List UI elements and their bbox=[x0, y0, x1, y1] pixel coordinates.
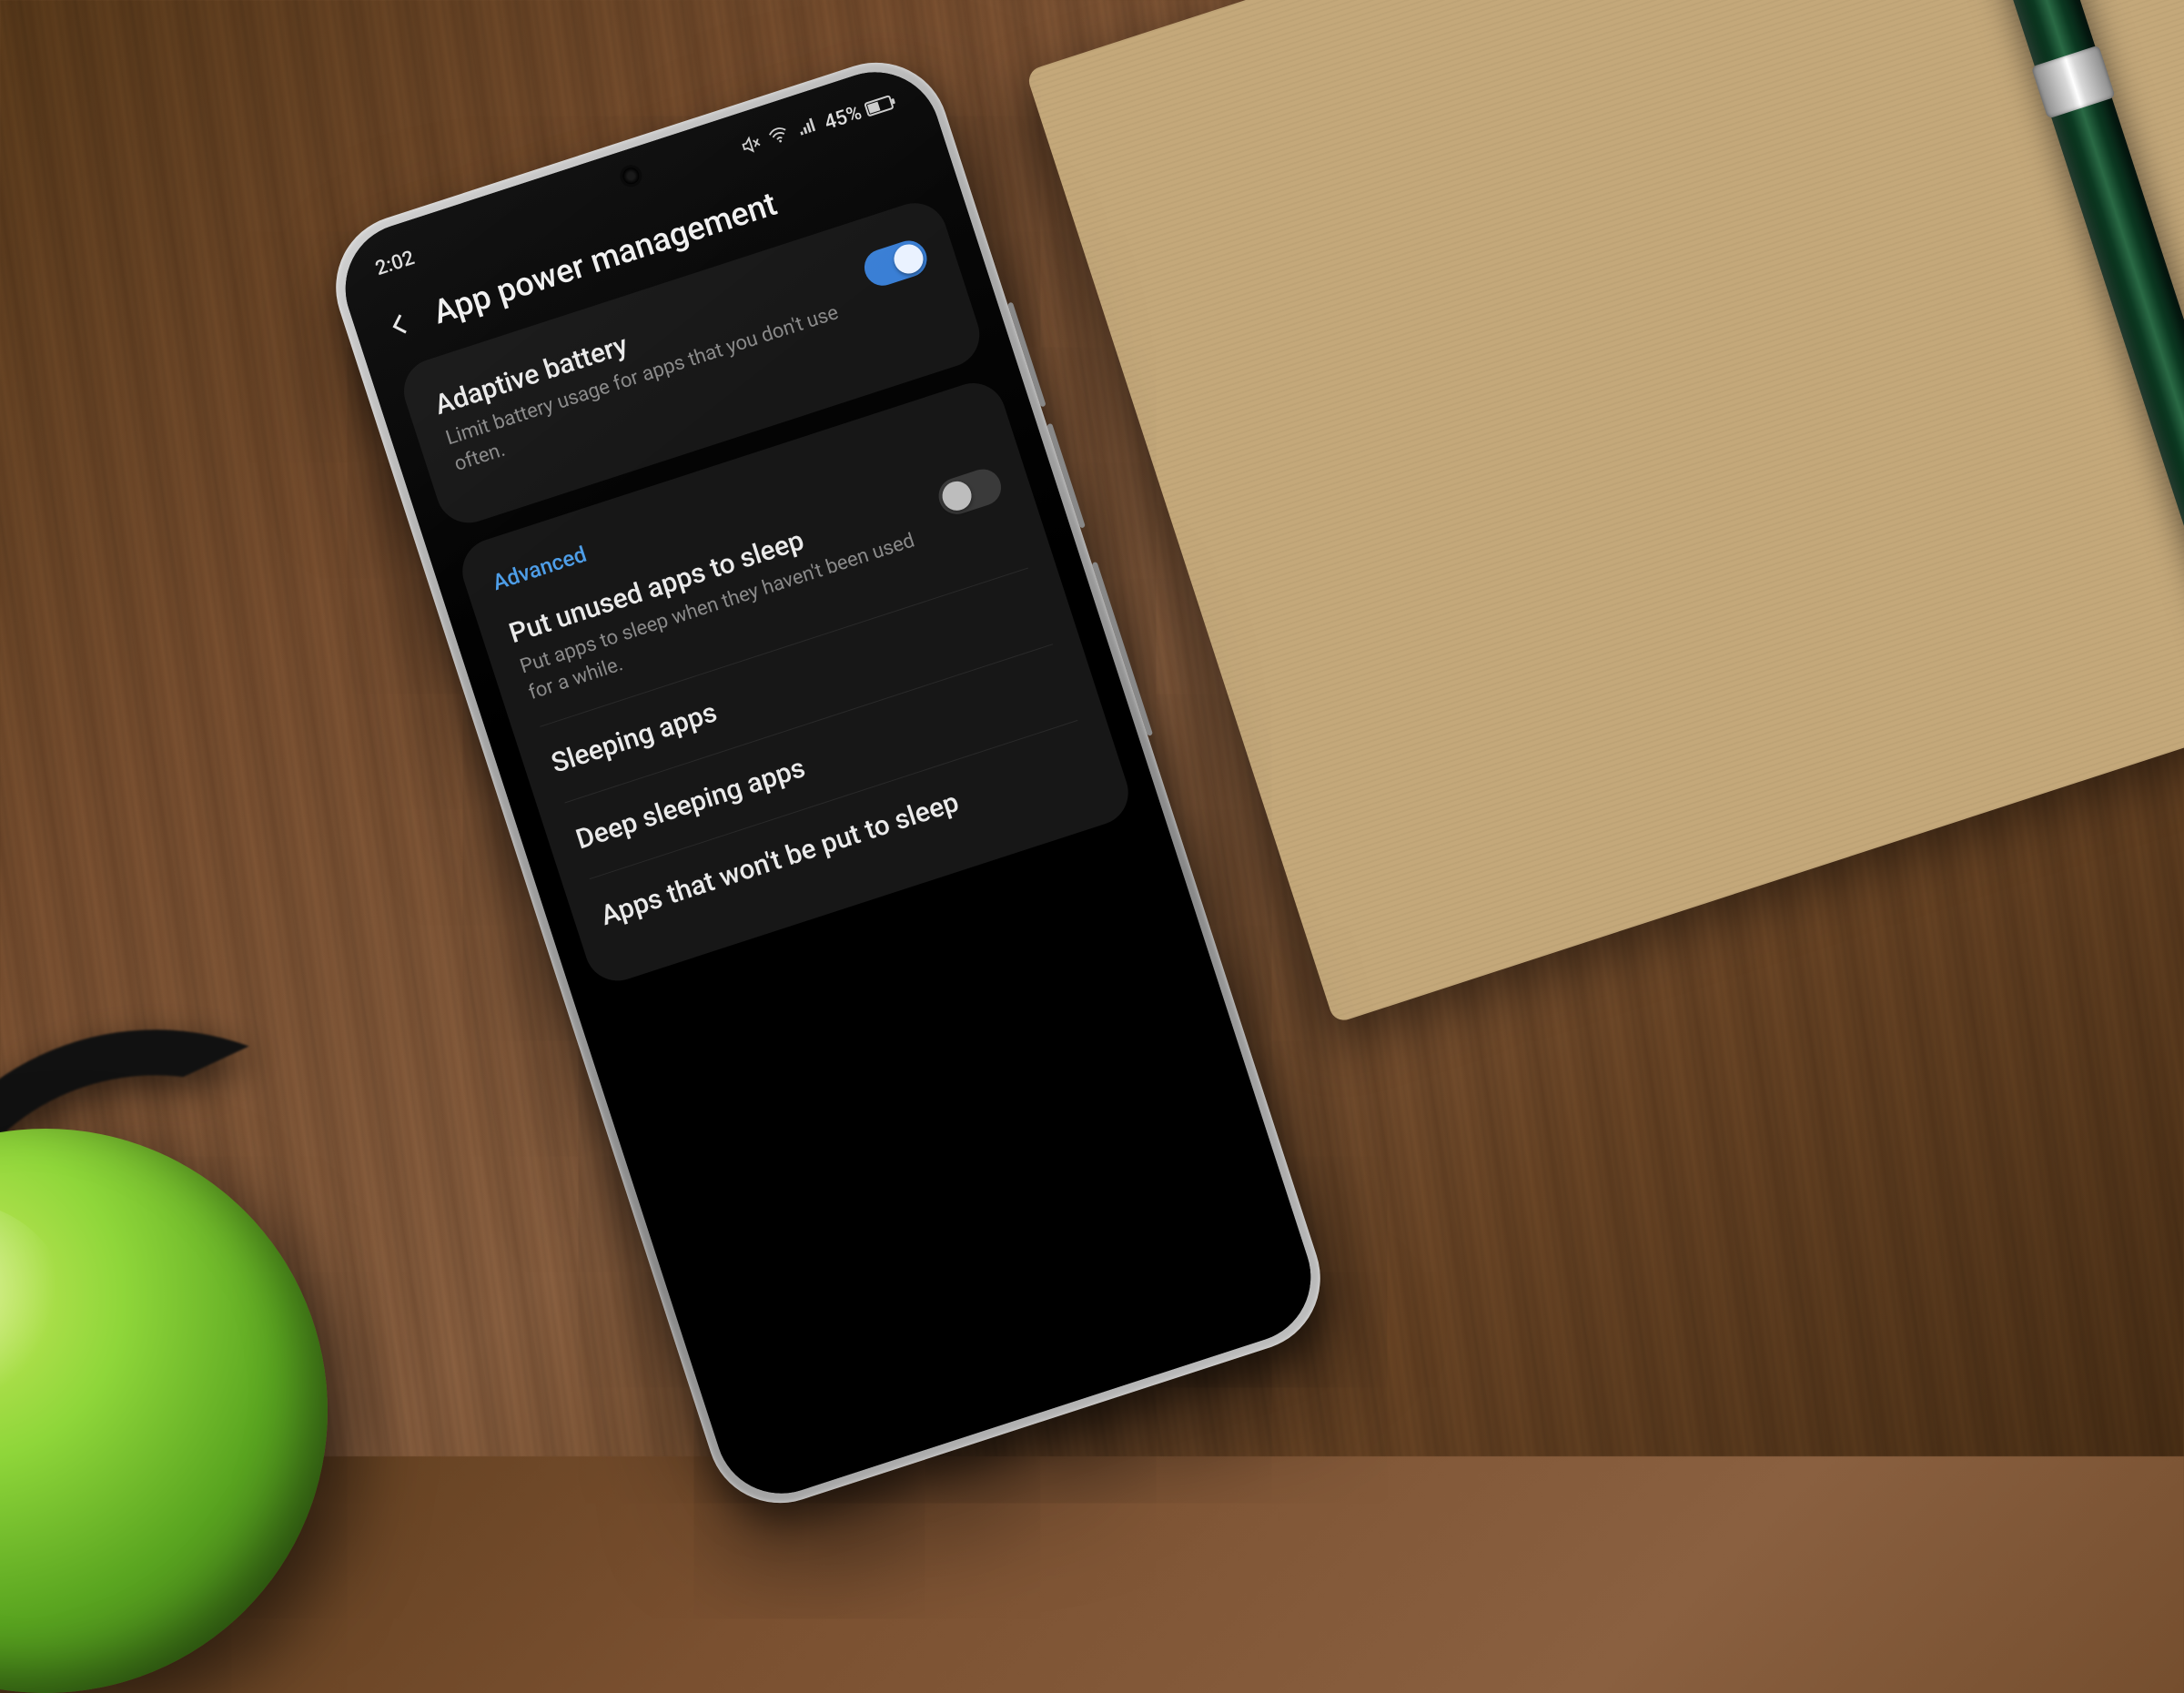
wifi-icon bbox=[766, 123, 794, 153]
adaptive-battery-toggle[interactable] bbox=[860, 236, 932, 290]
headphone-prop bbox=[0, 1129, 328, 1693]
put-unused-apps-toggle[interactable] bbox=[934, 465, 1006, 520]
notebook-prop bbox=[1026, 0, 2184, 1024]
battery-icon bbox=[864, 95, 894, 117]
signal-icon bbox=[794, 114, 821, 144]
chevron-left-icon bbox=[383, 308, 418, 342]
back-button[interactable] bbox=[375, 299, 425, 350]
mute-icon bbox=[738, 132, 765, 162]
